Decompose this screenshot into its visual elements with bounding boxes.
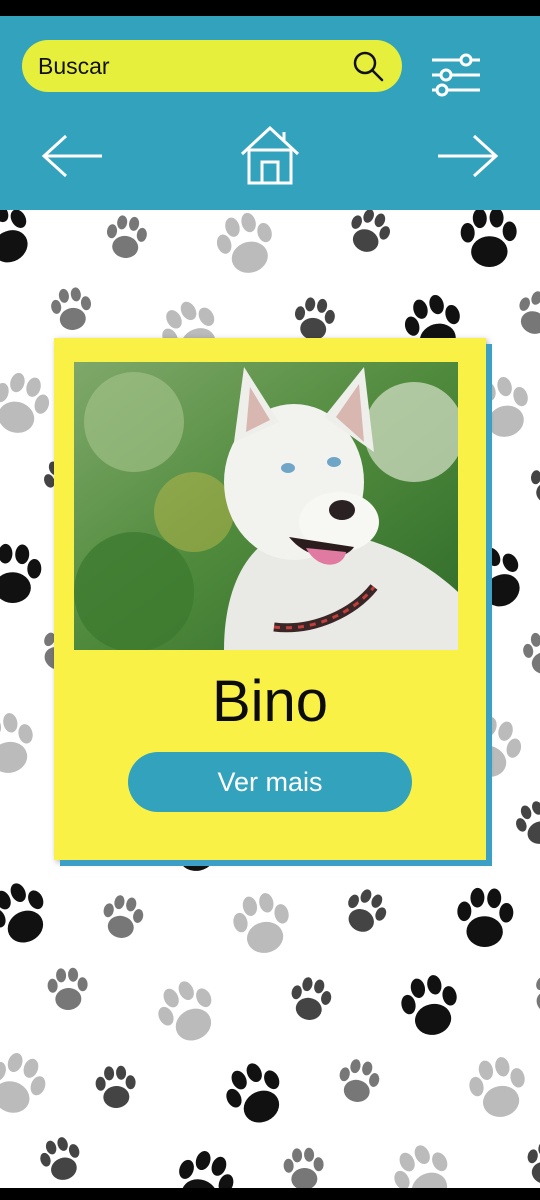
pet-name: Bino	[211, 669, 329, 734]
paw-print-icon	[328, 1053, 388, 1117]
arrow-right-icon[interactable]	[436, 132, 500, 180]
paw-print-icon	[221, 884, 305, 972]
arrow-left-icon[interactable]	[40, 132, 104, 180]
paw-print-icon	[209, 1048, 305, 1146]
paw-print-icon	[280, 971, 340, 1035]
paw-print-icon	[522, 456, 540, 517]
paw-print-icon	[389, 966, 473, 1054]
sliders-icon[interactable]	[430, 52, 482, 98]
paw-print-icon	[90, 1062, 143, 1120]
paw-print-icon	[0, 1040, 61, 1134]
paw-print-icon	[157, 1138, 248, 1188]
paw-print-icon	[505, 792, 540, 861]
paw-print-icon	[98, 210, 154, 271]
paw-print-icon	[44, 282, 100, 343]
paw-print-icon	[92, 889, 152, 953]
paw-print-icon	[0, 704, 49, 792]
paw-print-icon	[516, 1135, 540, 1188]
search-icon[interactable]	[350, 48, 386, 84]
paw-print-icon	[278, 1144, 331, 1188]
status-bar	[0, 0, 540, 16]
paw-print-icon	[377, 1130, 473, 1188]
navigation-bar	[0, 1188, 540, 1200]
paw-print-icon	[141, 966, 237, 1064]
paw-print-icon	[457, 1048, 540, 1136]
home-icon[interactable]	[238, 124, 302, 186]
paw-print-icon	[0, 539, 49, 616]
paw-print-icon	[518, 961, 540, 1032]
pet-photo	[74, 362, 458, 650]
paw-print-icon	[42, 964, 95, 1022]
paw-print-icon	[449, 883, 522, 960]
paw-print-icon	[203, 210, 291, 293]
paw-print-icon	[0, 210, 54, 287]
top-header: Buscar	[0, 16, 540, 210]
paw-print-icon	[503, 282, 540, 351]
pet-card: Bino Ver mais	[54, 338, 486, 860]
paw-print-icon	[0, 868, 69, 966]
see-more-button[interactable]: Ver mais	[128, 752, 412, 812]
search-input[interactable]: Buscar	[38, 53, 350, 80]
search-bar[interactable]: Buscar	[22, 40, 402, 92]
paw-print-icon	[453, 210, 526, 280]
paw-print-icon	[516, 626, 540, 687]
paw-print-icon	[335, 210, 401, 269]
paw-print-icon	[330, 879, 399, 950]
paw-print-icon	[30, 1129, 94, 1188]
